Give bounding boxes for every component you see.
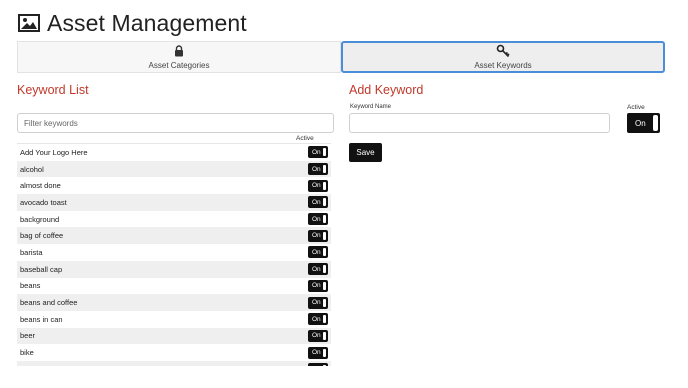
toggle-label: On xyxy=(312,248,321,256)
keyword-name: almost done xyxy=(20,181,61,191)
active-toggle[interactable]: On xyxy=(308,163,328,176)
keyword-list-title: Keyword List xyxy=(17,83,89,97)
toggle-knob xyxy=(323,298,326,307)
toggle-knob xyxy=(323,148,326,157)
key-icon xyxy=(496,44,510,58)
filter-keywords-input[interactable] xyxy=(17,113,334,133)
keyword-name: beans in can xyxy=(20,314,63,324)
toggle-label: On xyxy=(312,299,321,307)
active-toggle[interactable]: On xyxy=(308,196,328,209)
list-item: avocado toast On xyxy=(17,194,331,211)
active-toggle[interactable]: On xyxy=(308,296,328,309)
toggle-knob xyxy=(323,365,326,366)
list-item: bike On xyxy=(17,344,331,361)
toggle-label: On xyxy=(312,198,321,206)
keyword-name-label: Keyword Name xyxy=(350,104,392,110)
active-toggle[interactable] xyxy=(308,363,328,366)
list-item: beans and coffee On xyxy=(17,294,331,311)
add-keyword-title: Add Keyword xyxy=(349,83,424,97)
toggle-knob xyxy=(323,265,326,274)
toggle-label: On xyxy=(312,265,321,273)
list-item: beans in can On xyxy=(17,311,331,328)
toggle-label: On xyxy=(312,282,321,290)
list-item xyxy=(17,360,331,366)
toggle-knob xyxy=(323,315,326,324)
active-toggle[interactable]: On xyxy=(308,313,328,326)
toggle-label: On xyxy=(312,349,321,357)
page-title: Asset Management xyxy=(47,9,247,36)
list-item: barista On xyxy=(17,244,331,261)
keyword-name: avocado toast xyxy=(20,197,67,207)
active-toggle[interactable]: On xyxy=(308,346,328,359)
toggle-label: On xyxy=(312,182,321,190)
toggle-knob xyxy=(323,331,326,340)
keyword-name: alcohol xyxy=(20,164,44,174)
toggle-knob xyxy=(323,281,326,290)
keyword-list: Add Your Logo Here On alcohol On almost do… xyxy=(17,143,331,366)
active-toggle[interactable]: On xyxy=(308,263,328,276)
tab-label: Asset Keywords xyxy=(474,61,532,70)
active-toggle[interactable]: On xyxy=(308,279,328,292)
toggle-label: On xyxy=(635,119,646,128)
list-item: background On xyxy=(17,211,331,228)
toggle-label: On xyxy=(312,232,321,240)
toggle-knob xyxy=(323,165,326,174)
active-toggle[interactable]: On xyxy=(308,179,328,192)
active-toggle[interactable]: On xyxy=(308,213,328,226)
toggle-label: On xyxy=(312,165,321,173)
tab-asset-keywords[interactable]: Asset Keywords xyxy=(341,41,665,73)
keyword-name: bag of coffee xyxy=(20,231,64,241)
add-active-label: Active xyxy=(627,104,645,111)
list-item: almost done On xyxy=(17,177,331,194)
toggle-knob xyxy=(323,248,326,257)
toggle-knob xyxy=(323,348,326,357)
active-toggle[interactable]: On xyxy=(308,329,328,342)
keyword-name: barista xyxy=(20,247,43,257)
keyword-name: beans xyxy=(20,281,41,291)
keyword-name: beans and coffee xyxy=(20,298,78,308)
list-item: beans On xyxy=(17,278,331,295)
lock-icon xyxy=(174,44,184,58)
list-item: baseball cap On xyxy=(17,260,331,278)
toggle-knob xyxy=(323,231,326,240)
list-item: Add Your Logo Here On xyxy=(17,144,331,161)
add-active-toggle[interactable]: On xyxy=(627,113,660,133)
toggle-knob xyxy=(323,198,326,207)
toggle-knob xyxy=(323,181,326,190)
toggle-label: On xyxy=(312,215,321,223)
keyword-name: background xyxy=(20,214,60,224)
toggle-knob xyxy=(323,215,326,224)
list-item: bag of coffee On xyxy=(17,227,331,245)
tab-asset-categories[interactable]: Asset Categories xyxy=(17,41,341,73)
tab-bar: Asset Categories Asset Keywords xyxy=(17,41,665,73)
save-button[interactable]: Save xyxy=(349,143,382,162)
list-item: beer On xyxy=(17,327,331,345)
keyword-name: baseball cap xyxy=(20,264,63,274)
page-header: Asset Management xyxy=(18,8,247,38)
active-toggle[interactable]: On xyxy=(308,146,328,159)
active-toggle[interactable]: On xyxy=(308,246,328,259)
keyword-name: beer xyxy=(20,331,36,341)
toggle-knob xyxy=(653,115,658,131)
keyword-name-input[interactable] xyxy=(349,113,610,133)
image-icon xyxy=(18,14,40,32)
toggle-label: On xyxy=(312,315,321,323)
toggle-label: On xyxy=(312,148,321,156)
keyword-name: bike xyxy=(20,348,34,358)
toggle-label: On xyxy=(312,332,321,340)
active-column-header: Active xyxy=(296,135,314,142)
active-toggle[interactable]: On xyxy=(308,229,328,242)
tab-label: Asset Categories xyxy=(148,61,210,70)
keyword-name: Add Your Logo Here xyxy=(20,147,88,157)
list-item: alcohol On xyxy=(17,160,331,178)
